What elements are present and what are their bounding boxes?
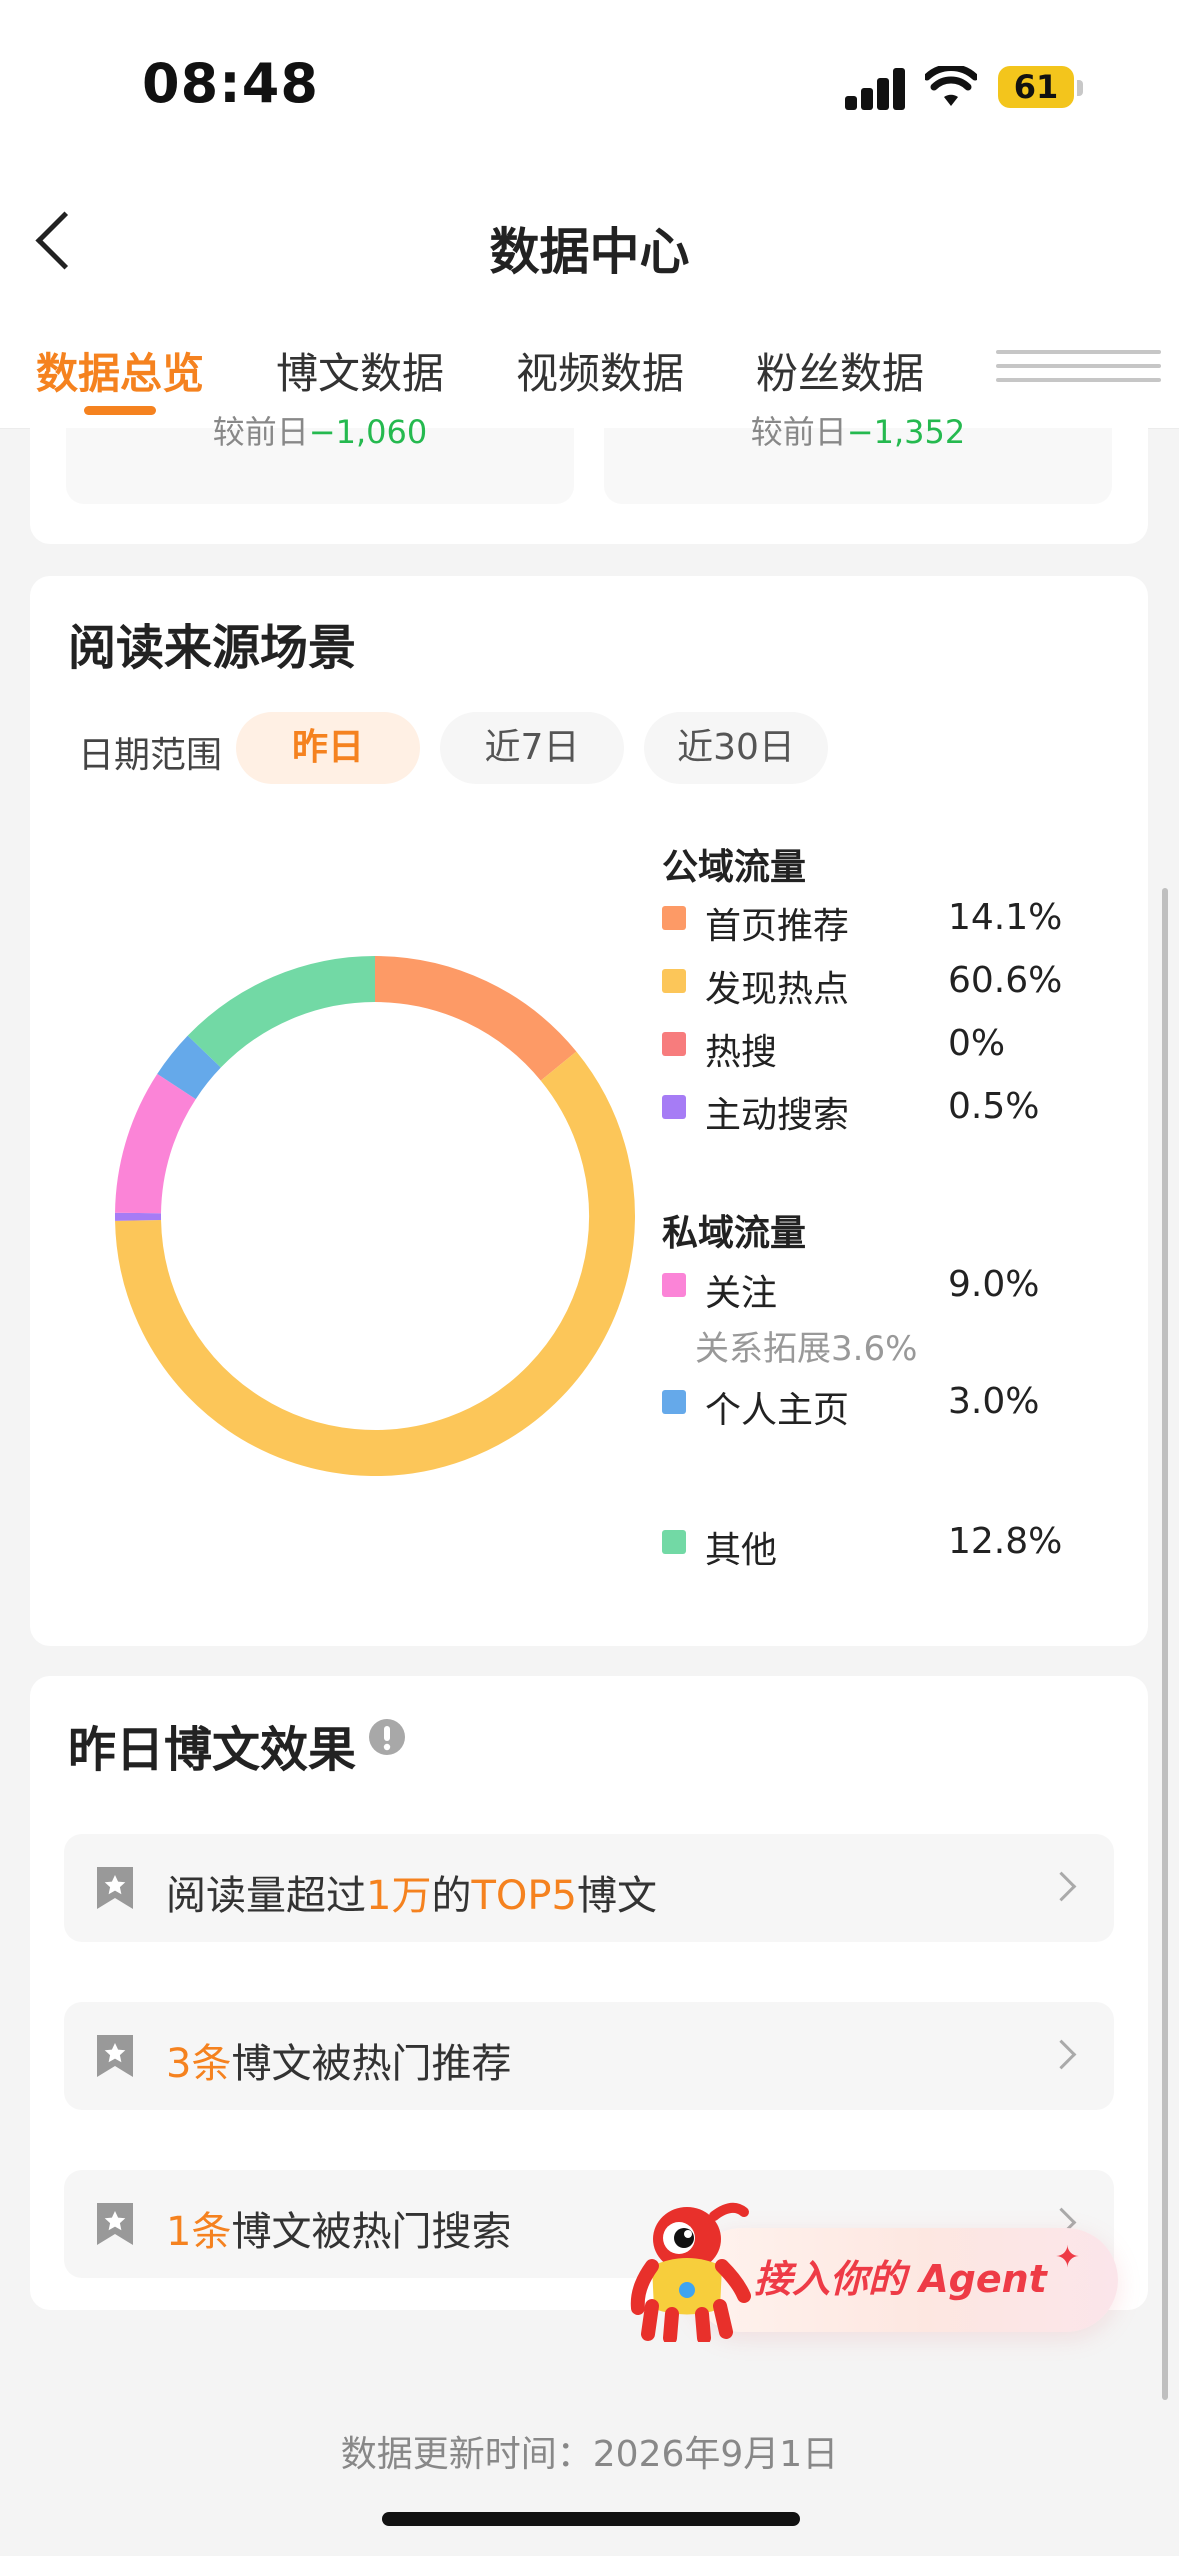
legend-label-profile-page: 个人主页 [705, 1390, 850, 1431]
effect-text-hot-recommend: 3条博文被热门推荐 [166, 2031, 511, 2089]
reading-source-title: 阅读来源场景 [68, 620, 357, 676]
legend-label-hot-search: 热搜 [705, 1032, 778, 1073]
range-7-days[interactable]: 近7日 [440, 712, 624, 784]
tab-more-icon[interactable] [996, 346, 1161, 386]
compare-value-right: −1,352 [846, 413, 966, 451]
range-30-days[interactable]: 近30日 [644, 712, 828, 784]
nav-bar: 数据中心 [0, 160, 1179, 310]
legend-label-follow: 关注 [705, 1273, 778, 1314]
compare-box-right: 较前日−1,352 [604, 416, 1112, 504]
legend-value-other: 12.8% [948, 1521, 1063, 1562]
sparkle-icon: ✦ [1054, 2240, 1080, 2275]
connect-agent-label: 接入你的 Agent [754, 2257, 1047, 2301]
compare-prefix-right: 较前日 [750, 413, 847, 451]
range-yesterday[interactable]: 昨日 [236, 712, 420, 784]
legend-swatch-hot-search [662, 1032, 686, 1056]
legend-swatch-other [662, 1530, 686, 1554]
effect-text-top5-part3: 博文 [576, 1873, 657, 1919]
effect-text-hot-search-label: 博文被热门搜索 [231, 2209, 512, 2255]
legend-item-home-recommend: 首页推荐 14.1% [662, 897, 1102, 947]
active-tab-indicator [84, 406, 156, 415]
compare-box-left: 较前日−1,060 [66, 416, 574, 504]
home-indicator[interactable] [382, 2512, 800, 2526]
status-time: 08:48 [142, 52, 319, 115]
tab-overview[interactable]: 数据总览 [36, 340, 204, 401]
donut-slice-6 [187, 956, 376, 1068]
effect-text-top5: 阅读量超过1万的TOP5博文 [166, 1863, 657, 1921]
effect-text-top5-part1: 阅读量超过 [166, 1873, 366, 1919]
legend-swatch-active-search [662, 1095, 686, 1119]
legend-value-follow: 9.0% [948, 1264, 1040, 1305]
legend-item-discover-hot: 发现热点 60.6% [662, 960, 1102, 1010]
chevron-right-icon [1046, 2039, 1077, 2070]
page-title: 数据中心 [489, 223, 690, 281]
compare-text-right: 较前日−1,352 [604, 416, 1112, 448]
star-bookmark-icon [97, 2203, 133, 2245]
tab-fan-data[interactable]: 粉丝数据 [756, 340, 924, 401]
compare-text-left: 较前日−1,060 [66, 416, 574, 448]
legend-item-profile-page: 个人主页 3.0% [662, 1381, 1102, 1431]
donut-slice-0 [374, 956, 577, 1081]
legend-swatch-follow [662, 1273, 686, 1297]
info-icon[interactable] [368, 1718, 406, 1756]
effect-text-hot-recommend-label: 博文被热门推荐 [231, 2041, 512, 2087]
legend-value-discover-hot: 60.6% [948, 960, 1063, 1001]
legend-value-hot-search: 0% [948, 1023, 1006, 1064]
legend-label-discover-hot: 发现热点 [705, 969, 850, 1010]
chevron-right-icon [1046, 1871, 1077, 1902]
data-update-time: 数据更新时间：2026年9月1日 [340, 2434, 839, 2475]
wifi-icon [925, 66, 977, 106]
private-traffic-title: 私域流量 [662, 1213, 807, 1254]
reading-source-donut-chart [115, 956, 635, 1476]
battery-tip [1077, 80, 1083, 96]
legend-item-hot-search: 热搜 0% [662, 1023, 1102, 1073]
legend-value-profile-page: 3.0% [948, 1381, 1040, 1422]
legend-label-active-search: 主动搜索 [705, 1095, 850, 1136]
legend-label-home-recommend: 首页推荐 [705, 906, 850, 947]
legend-item-follow: 关注 9.0% [662, 1264, 1102, 1314]
legend-item-active-search: 主动搜索 0.5% [662, 1086, 1102, 1136]
legend-swatch-home-recommend [662, 906, 686, 930]
signal-icon [845, 66, 907, 110]
legend-swatch-profile-page [662, 1390, 686, 1414]
star-bookmark-icon [97, 1867, 133, 1909]
effect-text-hot-search: 1条博文被热门搜索 [166, 2199, 511, 2257]
effect-text-hot-search-count: 1条 [166, 2209, 232, 2255]
legend-label-other: 其他 [705, 1530, 778, 1571]
overview-card-bottom: 较前日−1,060 较前日−1,352 [30, 416, 1148, 544]
mascot-icon[interactable] [612, 2194, 762, 2342]
yesterday-effect-card: 昨日博文效果 阅读量超过1万的TOP5博文 3条博文被热门推荐 1条 博文被热门搜… [30, 1676, 1148, 2310]
tab-video-data[interactable]: 视频数据 [516, 340, 684, 401]
battery-icon: 61 [998, 66, 1074, 108]
public-traffic-title: 公域流量 [662, 847, 807, 888]
legend-swatch-discover-hot [662, 969, 686, 993]
effect-text-top5-highlight2: TOP5 [471, 1873, 577, 1919]
date-range-label: 日期范围 [78, 735, 223, 776]
reading-source-card: 阅读来源场景 日期范围 昨日 近7日 近30日 公域流量 首页推荐 14.1% … [30, 576, 1148, 1646]
effect-text-hot-recommend-count: 3条 [166, 2041, 232, 2087]
effect-row-top5[interactable]: 阅读量超过1万的TOP5博文 [64, 1834, 1114, 1942]
status-bar: 08:48 61 [0, 0, 1179, 160]
donut-slice-5 [157, 1035, 222, 1100]
legend-value-home-recommend: 14.1% [948, 897, 1063, 938]
effect-text-top5-highlight1: 1万 [366, 1873, 432, 1919]
legend-item-other: 其他 12.8% [662, 1521, 1102, 1571]
legend-sub-relationship-expand: 关系拓展3.6% [695, 1329, 918, 1369]
legend-value-active-search: 0.5% [948, 1086, 1040, 1127]
scroll-indicator[interactable] [1162, 888, 1168, 2400]
compare-prefix-left: 较前日 [212, 413, 309, 451]
effect-row-hot-recommend[interactable]: 3条博文被热门推荐 [64, 2002, 1114, 2110]
donut-slice-4 [115, 1073, 197, 1214]
tab-post-data[interactable]: 博文数据 [276, 340, 444, 401]
effect-text-top5-part2: 的 [431, 1873, 472, 1919]
compare-value-left: −1,060 [308, 413, 428, 451]
yesterday-effect-title: 昨日博文效果 [68, 1722, 357, 1778]
donut-slice-1 [115, 1051, 635, 1476]
star-bookmark-icon [97, 2035, 133, 2077]
